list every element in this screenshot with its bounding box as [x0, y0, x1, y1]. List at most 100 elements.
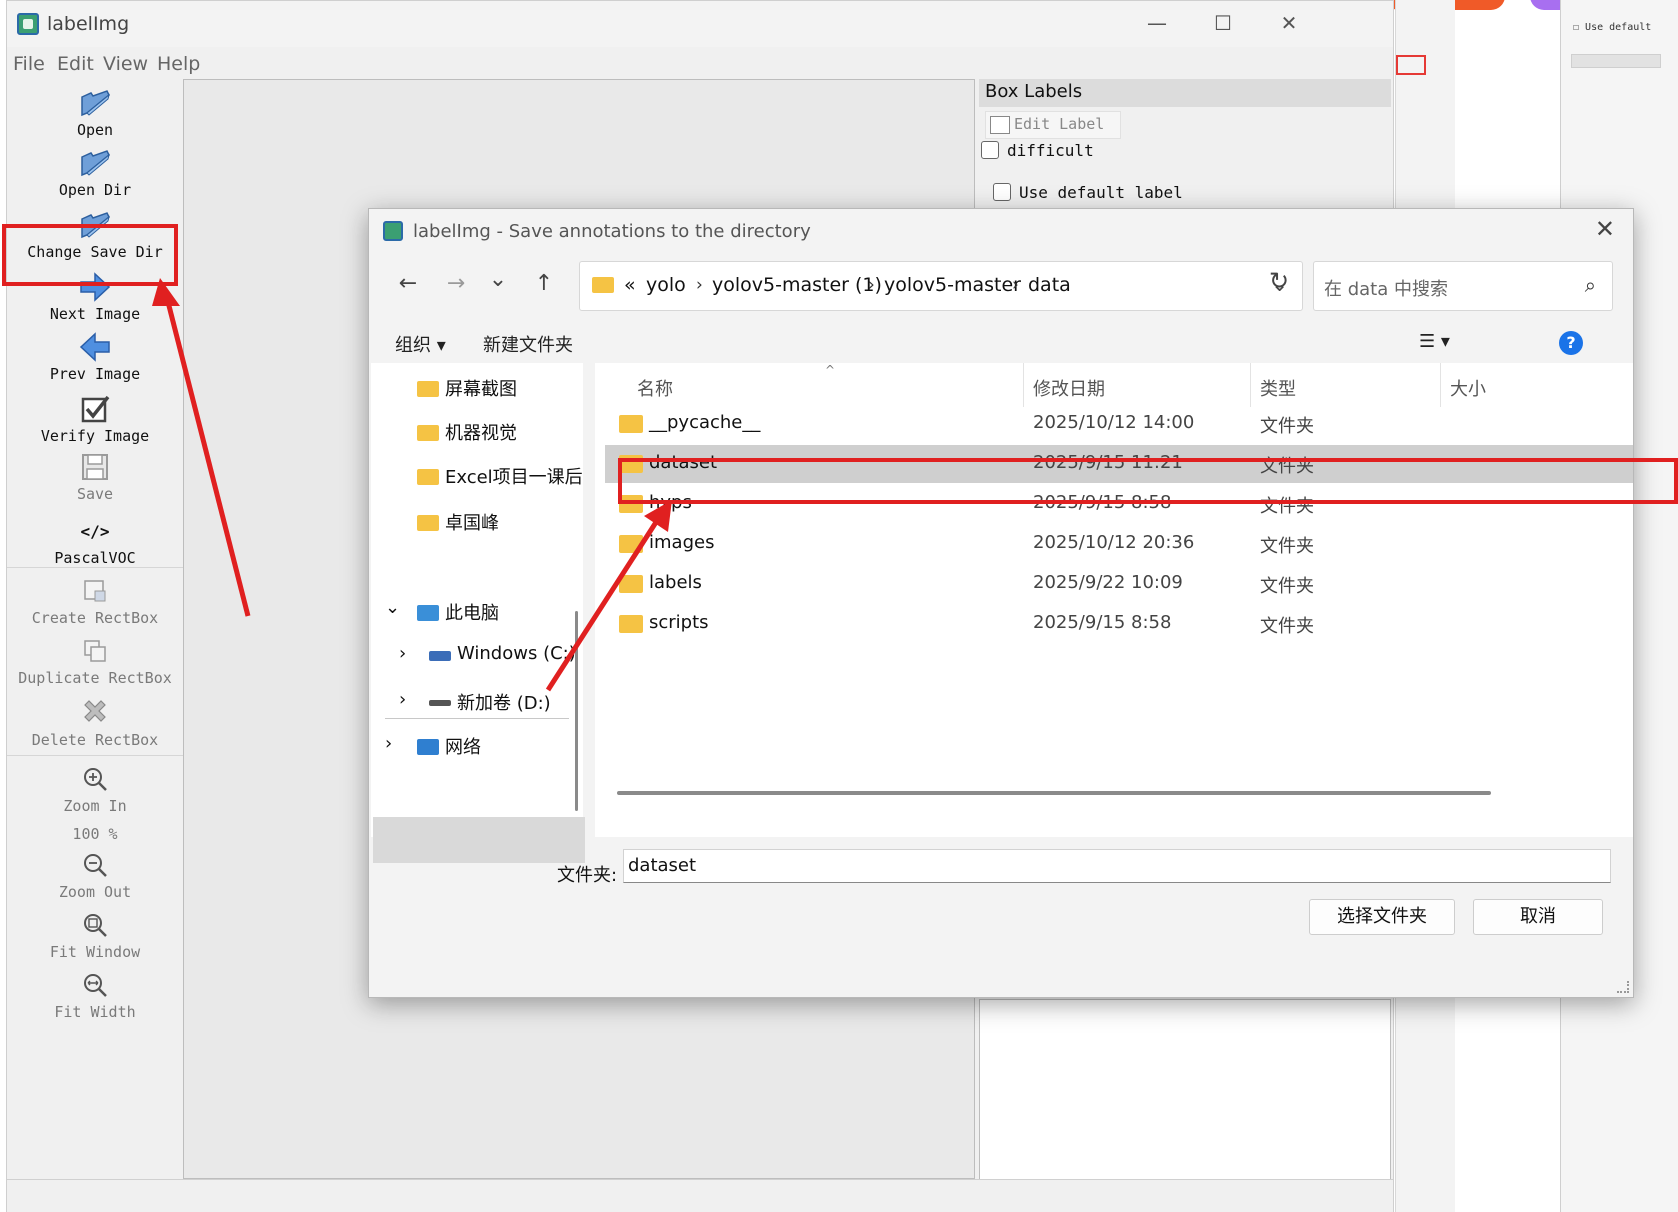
breadcrumb-yolov5-master-1[interactable]: yolov5-master (1) — [712, 274, 882, 296]
breadcrumb-yolo[interactable]: yolo — [646, 274, 686, 296]
nav-scrollbar[interactable] — [575, 611, 578, 811]
back-button[interactable]: ← — [391, 271, 425, 296]
edit-pencil-icon — [990, 116, 1010, 134]
breadcrumb-separator[interactable]: › — [1012, 275, 1019, 295]
select-folder-button[interactable]: 选择文件夹 — [1309, 899, 1455, 935]
breadcrumb-separator[interactable]: › — [868, 275, 875, 295]
minimize-button[interactable]: — — [1137, 11, 1177, 35]
format-tool[interactable]: </> PascalVOC — [7, 515, 183, 567]
nav-item-this-pc[interactable]: 此电脑 — [417, 599, 499, 625]
nav-item-drive-d[interactable]: 新加卷 (D:) — [429, 689, 551, 715]
folder-icon — [619, 535, 643, 553]
folder-icon — [619, 415, 643, 433]
difficult-checkbox[interactable]: difficult — [981, 141, 1094, 160]
menu-file[interactable]: File — [13, 53, 45, 75]
folder-icon — [417, 469, 439, 485]
file-type: 文件夹 — [1260, 576, 1314, 597]
create-rect-icon — [84, 580, 106, 602]
screen: ☐ Use default File List labelImg — ☐ ✕ F… — [0, 0, 1678, 1212]
resize-grip-icon[interactable] — [1617, 981, 1629, 993]
close-button[interactable]: ✕ — [1269, 11, 1309, 35]
verify-image-label: Verify Image — [40, 427, 150, 445]
navigation-pane: 屏幕截图 机器视觉 Excel项目一课后 卓国峰 ⌄ 此电脑 › Windows… — [371, 363, 585, 863]
fit-window-tool[interactable]: Fit Window — [7, 909, 183, 961]
nav-item-drive-c[interactable]: Windows (C:) — [429, 643, 576, 664]
zoom-level[interactable]: 100 % — [7, 823, 183, 843]
breadcrumb-overflow[interactable]: « — [624, 274, 636, 296]
help-icon[interactable]: ? — [1559, 331, 1583, 355]
save-tool[interactable]: Save — [7, 451, 183, 503]
folder-icon — [592, 277, 614, 293]
file-type: 文件夹 — [1260, 616, 1314, 637]
file-date: 2025/9/22 10:09 — [1033, 572, 1183, 593]
column-separator[interactable] — [1250, 363, 1251, 407]
menu-view[interactable]: View — [103, 53, 148, 75]
nav-item-machine-vision[interactable]: 机器视觉 — [417, 419, 517, 445]
folder-name-input[interactable]: dataset — [623, 849, 1611, 883]
search-placeholder: 在 data 中搜索 — [1324, 279, 1448, 300]
menu-edit[interactable]: Edit — [57, 53, 94, 75]
file-name: images — [649, 532, 715, 553]
open-label: Open — [76, 121, 114, 139]
checkbox-checked-icon — [81, 395, 110, 423]
refresh-button[interactable]: ↻ — [1261, 267, 1297, 295]
collapse-chevron-icon[interactable]: › — [385, 733, 392, 754]
view-options-button[interactable]: ☰ ▾ — [1419, 331, 1450, 352]
recent-locations-button[interactable]: ⌄ — [481, 267, 515, 292]
file-list-panel[interactable] — [979, 999, 1391, 1181]
zoom-in-tool[interactable]: Zoom In — [7, 763, 183, 815]
up-button[interactable]: ↑ — [527, 271, 561, 296]
column-header-size[interactable]: 大小 — [1450, 375, 1486, 401]
prev-image-tool[interactable]: Prev Image — [7, 331, 183, 383]
edit-label-button[interactable]: Edit Label — [985, 111, 1121, 139]
open-dir-tool[interactable]: Open Dir — [7, 147, 183, 199]
open-tool[interactable]: Open — [7, 87, 183, 139]
next-image-label: Next Image — [49, 305, 141, 323]
collapse-chevron-icon[interactable]: › — [399, 643, 406, 664]
breadcrumb-separator[interactable]: › — [696, 275, 703, 295]
column-separator[interactable] — [1440, 363, 1441, 407]
table-row[interactable]: scripts 2025/9/15 8:58 文件夹 — [605, 605, 1633, 643]
table-row[interactable]: labels 2025/9/22 10:09 文件夹 — [605, 565, 1633, 603]
delete-rectbox-tool[interactable]: Delete RectBox — [7, 697, 183, 749]
search-input[interactable]: 在 data 中搜索 ⌕ — [1313, 261, 1613, 311]
annotation-box-change-save-dir — [2, 224, 178, 286]
menu-help[interactable]: Help — [157, 53, 200, 75]
nav-item-network[interactable]: 网络 — [417, 733, 481, 759]
table-row[interactable]: __pycache__ 2025/10/12 14:00 文件夹 — [605, 405, 1633, 443]
command-bar: 组织 ▾ 新建文件夹 ☰ ▾ ? — [369, 321, 1633, 361]
breadcrumb-data[interactable]: data — [1028, 274, 1071, 296]
nav-item-screenshots[interactable]: 屏幕截图 — [417, 375, 517, 401]
nav-item-zhuoguofeng[interactable]: 卓国峰 — [417, 509, 499, 535]
network-icon — [417, 739, 439, 755]
address-bar[interactable]: « yolo › yolov5-master (1) › yolov5-mast… — [579, 261, 1303, 311]
fit-width-tool[interactable]: Fit Width — [7, 969, 183, 1021]
zoom-out-label: Zoom Out — [58, 883, 132, 901]
save-label: Save — [76, 485, 114, 503]
create-rectbox-tool[interactable]: Create RectBox — [7, 575, 183, 627]
breadcrumb-yolov5-master[interactable]: yolov5-master — [884, 274, 1021, 296]
column-separator[interactable] — [1023, 363, 1024, 407]
open-dir-icon — [81, 150, 110, 177]
zoom-out-tool[interactable]: Zoom Out — [7, 849, 183, 901]
expand-chevron-icon[interactable]: ⌄ — [385, 597, 400, 618]
new-folder-button[interactable]: 新建文件夹 — [483, 331, 573, 357]
duplicate-rectbox-tool[interactable]: Duplicate RectBox — [7, 635, 183, 687]
difficult-label: difficult — [1007, 141, 1094, 160]
verify-image-tool[interactable]: Verify Image — [7, 393, 183, 445]
use-default-label-checkbox[interactable]: Use default label — [993, 183, 1183, 202]
organize-button[interactable]: 组织 ▾ — [395, 331, 446, 357]
horizontal-scrollbar[interactable] — [617, 791, 1491, 795]
column-header-name[interactable]: 名称 — [637, 375, 673, 401]
column-header-date[interactable]: 修改日期 — [1033, 375, 1105, 401]
file-type: 文件夹 — [1260, 416, 1314, 437]
zoom-in-label: Zoom In — [63, 797, 127, 815]
table-row[interactable]: images 2025/10/12 20:36 文件夹 — [605, 525, 1633, 563]
column-header-type[interactable]: 类型 — [1260, 375, 1296, 401]
dialog-close-button[interactable]: ✕ — [1595, 215, 1615, 243]
maximize-button[interactable]: ☐ — [1203, 11, 1243, 35]
collapse-chevron-icon[interactable]: › — [399, 689, 406, 710]
nav-item-excel-project[interactable]: Excel项目一课后 — [417, 463, 583, 489]
forward-button[interactable]: → — [439, 271, 473, 296]
cancel-button[interactable]: 取消 — [1473, 899, 1603, 935]
